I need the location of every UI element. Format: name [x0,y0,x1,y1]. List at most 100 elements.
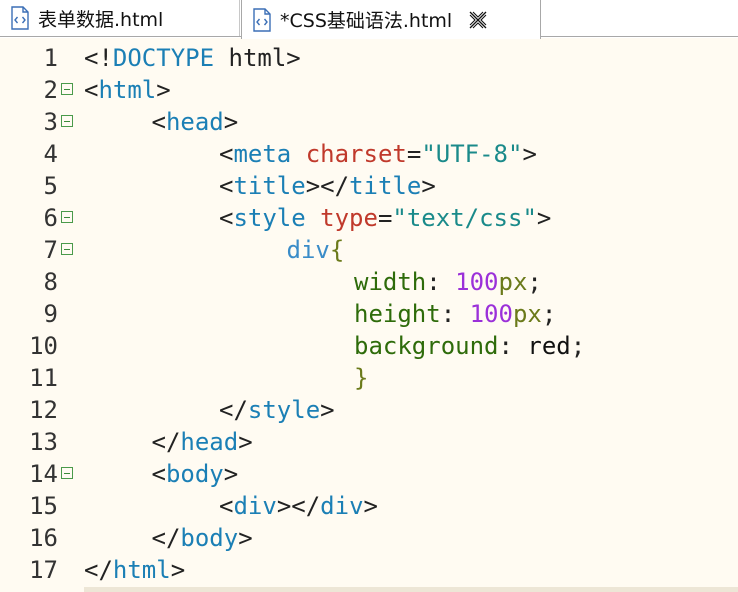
code-token: > [238,428,253,456]
tab-label: *CSS基础语法.html [280,10,453,32]
line-number: 7 [43,236,58,264]
code-text: <meta charset="UTF-8"> [219,138,537,170]
code-token: px [498,268,528,296]
line-number: 13 [29,428,58,456]
code-line[interactable]: 2 <html> [0,74,738,106]
code-token: > [170,556,186,584]
code-line[interactable]: 11} [0,362,738,394]
code-token: charset [305,140,407,168]
horizontal-scrollbar[interactable] [84,587,738,592]
code-text: <!DOCTYPE html> [84,42,301,74]
fold-collapse-icon[interactable] [61,243,73,255]
code-text: <body> [152,458,239,490]
line-number: 17 [29,556,58,584]
line-number: 10 [29,332,58,360]
code-token: head [180,428,239,456]
code-line[interactable]: 16 </body> [0,522,738,554]
code-text: div{ [287,234,345,266]
code-line[interactable]: 15 <div></div> [0,490,738,522]
code-token: title [349,172,422,200]
line-number: 3 [43,108,58,136]
tab-label: 表单数据.html [38,8,164,31]
code-token: head [165,108,224,136]
code-token: : [426,268,456,296]
code-line[interactable]: 3 <head> [0,106,738,138]
code-line[interactable]: 17 </html> [0,554,738,586]
code-token: < [84,76,99,104]
code-token: red [527,332,571,360]
code-text: height: 100px; [354,298,556,330]
close-icon[interactable] [468,10,488,30]
line-number: 5 [43,172,58,200]
line-number: 4 [43,140,58,168]
code-token: < [219,492,234,520]
code-line[interactable]: 1 <!DOCTYPE html> [0,42,738,74]
line-number: 15 [29,492,58,520]
fold-collapse-icon[interactable] [61,115,73,127]
code-line[interactable]: 9 height: 100px; [0,298,738,330]
code-token: > [320,396,335,424]
code-token: <! [84,44,113,72]
code-line[interactable]: 13 </head> [0,426,738,458]
line-number: 2 [43,76,58,104]
code-token: < [219,204,234,232]
code-token: div [286,236,330,264]
code-line[interactable]: 5 <title></title> [0,170,738,202]
code-token: background [354,332,499,360]
tab-css-basic-syntax[interactable]: *CSS基础语法.html [241,0,541,39]
tab-form-data[interactable]: 表单数据.html [0,0,240,36]
code-token: html [112,556,171,584]
code-token: html [98,76,157,104]
line-number: 16 [29,524,58,552]
code-token: ></ [305,172,350,200]
code-token: title [233,172,306,200]
code-token: 100 [455,268,499,296]
line-number: 1 [43,44,58,72]
code-token: = [377,204,393,232]
code-token: : [498,332,528,360]
code-token: > [156,76,171,104]
code-token: < [151,460,166,488]
code-token: > [363,492,378,520]
code-line[interactable]: 7 div{ [0,234,738,266]
code-text: <title></title> [219,170,436,202]
code-token: > [536,204,552,232]
code-text: </style> [219,394,335,426]
code-token: : [440,300,470,328]
code-token: width [354,268,427,296]
editor-window: 表单数据.html *CSS基础语法.html 1 <!DOCTYPE html… [0,0,738,592]
code-text: </body> [152,522,253,554]
code-token: > [223,108,239,136]
line-number: 11 [29,364,58,392]
code-token: > [421,172,436,200]
code-token: "UTF-8" [421,140,523,168]
code-line[interactable]: 8 width: 100px; [0,266,738,298]
code-token: meta [233,140,292,168]
code-token: </ [219,396,248,424]
code-token: style [247,396,321,424]
code-text: </html> [84,554,185,586]
code-token: = [406,140,422,168]
line-number: 8 [43,268,58,296]
code-token: style [233,204,306,232]
code-line[interactable]: 12 </style> [0,394,738,426]
fold-collapse-icon[interactable] [61,467,73,479]
code-line[interactable]: 6 <style type="text/css"> [0,202,738,234]
code-line[interactable]: 10 background: red; [0,330,738,362]
fold-collapse-icon[interactable] [61,83,73,95]
code-line[interactable]: 4 <meta charset="UTF-8"> [0,138,738,170]
code-token: { [329,236,345,264]
line-number: 6 [43,204,58,232]
code-token: ; [527,268,542,296]
code-token: < [219,172,234,200]
fold-collapse-icon[interactable] [61,211,73,223]
html-file-icon [252,7,272,32]
code-editor[interactable]: 1 <!DOCTYPE html> 2 <html> 3 <head> 4 <meta cha… [0,39,738,592]
code-token: "text/css" [392,204,537,232]
code-token: ; [541,300,557,328]
code-token: html> [214,44,301,72]
code-text: <html> [84,74,171,106]
code-line[interactable]: 14 <body> [0,458,738,490]
code-token: < [219,140,234,168]
